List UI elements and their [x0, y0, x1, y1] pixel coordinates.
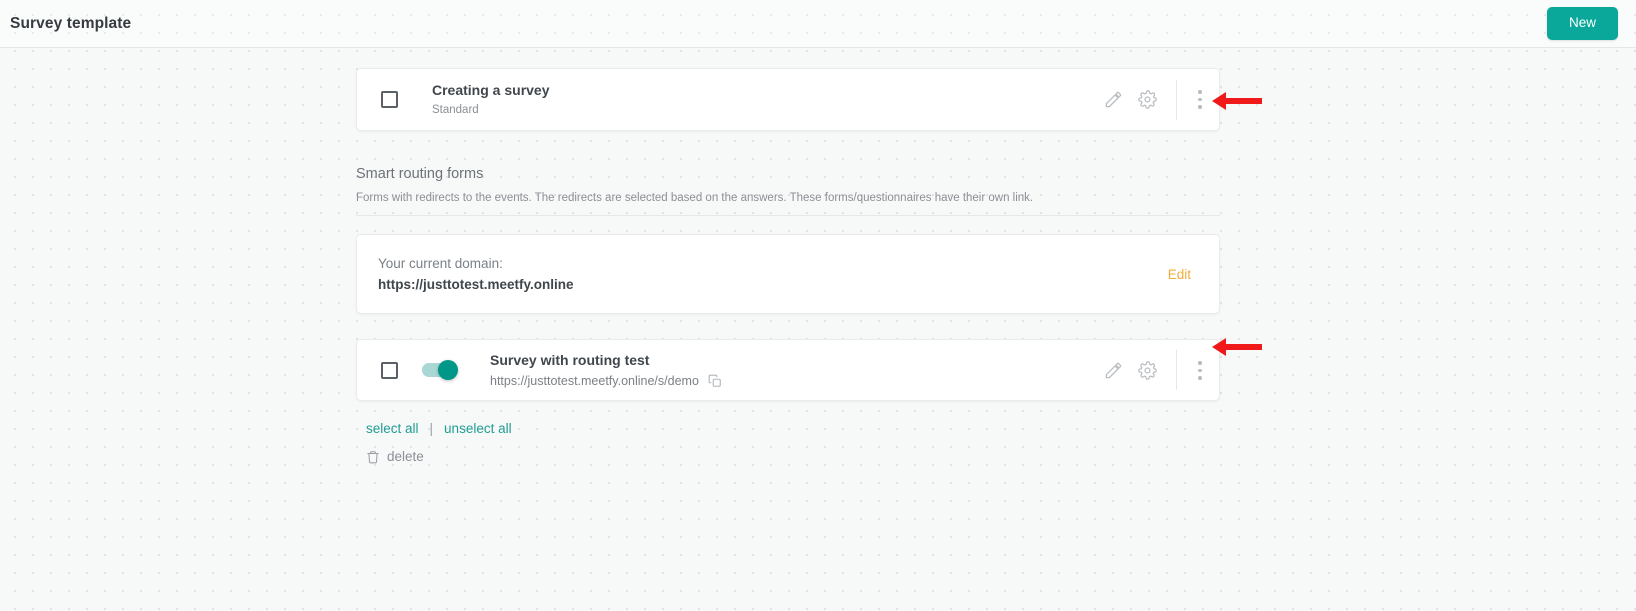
- edit-domain-link[interactable]: Edit: [1168, 267, 1191, 282]
- current-domain-card: Your current domain: https://justtotest.…: [356, 234, 1220, 315]
- smart-routing-section-header: Smart routing forms Forms with redirects…: [356, 164, 1220, 217]
- bulk-actions: select all | unselect all: [356, 421, 1220, 436]
- survey-title: Survey with routing test: [490, 351, 650, 368]
- arrow-shaft: [1226, 98, 1262, 104]
- survey-info: Survey with routing test https://justtot…: [490, 351, 1096, 390]
- section-description: Forms with redirects to the events. The …: [356, 192, 1034, 205]
- survey-url-text: https://justtotest.meetfy.online/s/demo: [490, 373, 699, 388]
- survey-subtitle-text: Standard: [432, 103, 479, 116]
- trash-icon: [366, 450, 380, 464]
- section-title: Smart routing forms: [356, 166, 484, 182]
- domain-info: Your current domain: https://justtotest.…: [378, 254, 574, 295]
- settings-gear-icon[interactable]: [1130, 353, 1164, 387]
- more-options-icon[interactable]: [1185, 353, 1215, 387]
- survey-checkbox[interactable]: [381, 361, 398, 379]
- survey-subtitle: Standard: [432, 102, 1096, 119]
- select-all-link[interactable]: select all: [366, 421, 419, 436]
- unselect-all-link[interactable]: unselect all: [444, 421, 512, 436]
- survey-row-actions: [1096, 69, 1219, 130]
- domain-label: Your current domain:: [378, 255, 503, 271]
- arrow-shaft: [1226, 344, 1262, 350]
- survey-row-actions: [1096, 340, 1219, 400]
- survey-row-creating-a-survey[interactable]: Creating a survey Standard: [356, 68, 1220, 131]
- page-header: Survey template New: [0, 0, 1636, 48]
- toggle-knob: [438, 360, 458, 381]
- survey-checkbox[interactable]: [381, 91, 398, 108]
- delete-button[interactable]: delete: [356, 449, 1220, 464]
- more-options-icon[interactable]: [1185, 83, 1215, 117]
- survey-enabled-toggle[interactable]: [422, 360, 458, 381]
- domain-url: https://justtotest.meetfy.online: [378, 277, 574, 293]
- edit-pencil-icon[interactable]: [1096, 353, 1130, 387]
- page-title: Survey template: [10, 14, 132, 32]
- app-root: Survey template New Creating a survey St…: [0, 0, 1636, 611]
- survey-title: Creating a survey: [432, 81, 550, 98]
- edit-pencil-icon[interactable]: [1096, 83, 1130, 117]
- bulk-separator: |: [429, 421, 434, 437]
- settings-gear-icon[interactable]: [1130, 83, 1164, 117]
- action-divider: [1176, 350, 1177, 391]
- main-content: Creating a survey Standard Smart routing…: [356, 48, 1220, 464]
- action-divider: [1176, 79, 1177, 120]
- survey-subtitle: https://justtotest.meetfy.online/s/demo: [490, 372, 1096, 390]
- new-button[interactable]: New: [1546, 7, 1618, 40]
- survey-info: Creating a survey Standard: [432, 81, 1096, 119]
- copy-icon[interactable]: [708, 374, 722, 388]
- delete-label: delete: [387, 449, 424, 465]
- survey-row-survey-with-routing-test[interactable]: Survey with routing test https://justtot…: [356, 339, 1220, 402]
